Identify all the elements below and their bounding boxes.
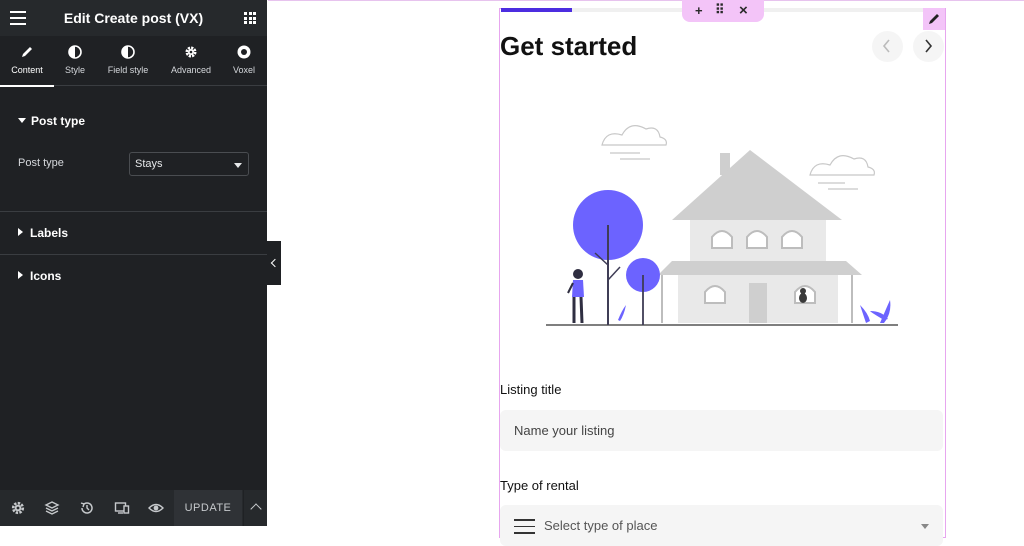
tab-label: Advanced	[170, 65, 212, 75]
chevron-left-icon	[882, 39, 890, 53]
type-of-rental-label: Type of rental	[500, 478, 579, 493]
listing-title-input[interactable]: Name your listing	[500, 410, 943, 451]
panel-footer: UPDATE	[0, 490, 267, 526]
layers-icon[interactable]	[44, 500, 60, 516]
section-title: Icons	[30, 269, 62, 283]
caret-down-icon	[18, 118, 26, 123]
drag-handle-icon[interactable]: ⠿	[715, 2, 725, 18]
listing-title-label: Listing title	[500, 382, 562, 397]
tab-field-style[interactable]: Field style	[100, 36, 156, 86]
panel-title: Edit Create post (VX)	[63, 10, 204, 26]
history-icon[interactable]	[79, 500, 95, 516]
next-step-button[interactable]	[913, 31, 944, 62]
section-labels[interactable]: Labels	[18, 226, 68, 240]
tab-style[interactable]: Style	[54, 36, 96, 86]
step-title: Get started	[500, 31, 638, 61]
section-icons[interactable]: Icons	[18, 269, 61, 283]
panel-header: Edit Create post (VX)	[0, 0, 267, 36]
edit-widget-button[interactable]	[923, 8, 945, 30]
post-type-label: Post type	[18, 157, 64, 169]
menu-icon[interactable]	[10, 11, 26, 25]
canvas-top-border	[268, 0, 1024, 1]
close-icon[interactable]: ×	[739, 2, 748, 19]
responsive-icon[interactable]	[114, 500, 130, 516]
pencil-icon	[22, 47, 32, 57]
list-icon	[514, 519, 535, 539]
tab-voxel[interactable]: Voxel	[226, 36, 262, 86]
tab-label: Voxel	[232, 65, 256, 75]
tab-label: Content	[11, 65, 43, 75]
post-type-select[interactable]: Stays	[129, 152, 249, 176]
section-title: Post type	[31, 114, 86, 128]
half-circle-icon	[68, 45, 82, 59]
widgets-grid-icon[interactable]	[244, 12, 256, 24]
preview-eye-icon[interactable]	[148, 500, 164, 516]
section-post-type[interactable]: Post type	[18, 114, 85, 128]
chevron-down-icon	[234, 163, 242, 168]
tab-advanced[interactable]: Advanced	[166, 36, 216, 86]
section-title: Labels	[30, 226, 69, 240]
tab-label: Style	[64, 65, 85, 75]
tab-label: Field style	[107, 65, 149, 75]
gear-icon	[185, 46, 197, 58]
caret-right-icon	[18, 271, 23, 279]
divider	[0, 211, 267, 212]
chevron-right-icon	[925, 39, 933, 53]
update-options-button[interactable]	[243, 490, 267, 526]
voxel-logo-icon	[237, 45, 251, 59]
panel-tabs: Content Style Field style Advanced Voxel	[0, 36, 267, 87]
tab-content[interactable]: Content	[0, 36, 54, 87]
chevron-down-icon	[921, 524, 929, 529]
half-circle-icon	[121, 45, 135, 59]
pencil-icon	[929, 14, 939, 24]
caret-right-icon	[18, 228, 23, 236]
settings-icon[interactable]	[10, 500, 26, 516]
divider	[0, 254, 267, 255]
add-widget-button[interactable]: +	[695, 3, 703, 18]
editor-panel: Edit Create post (VX) Content Style Fiel…	[0, 0, 267, 526]
widget-toolbar: + ⠿ ×	[682, 0, 764, 22]
update-button[interactable]: UPDATE	[174, 490, 242, 526]
post-type-value: Stays	[135, 158, 163, 170]
collapse-panel-button[interactable]	[267, 241, 281, 285]
previous-step-button[interactable]	[872, 31, 903, 62]
step-progress-fill	[501, 8, 572, 12]
house-illustration	[546, 125, 898, 326]
